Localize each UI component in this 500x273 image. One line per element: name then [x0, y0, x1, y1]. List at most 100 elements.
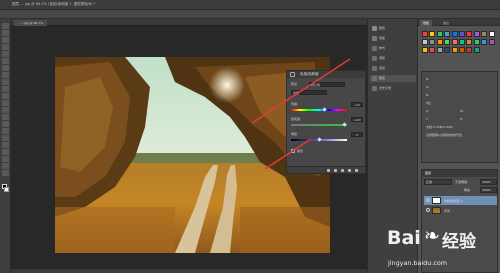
- color-swatch[interactable]: [429, 47, 436, 53]
- layers-header: 图层: [422, 170, 497, 177]
- paw-icon: ❧: [424, 225, 440, 247]
- color-swatch[interactable]: [429, 31, 436, 37]
- panel-shortcut-label: 样式: [379, 46, 386, 50]
- tool-button[interactable]: [2, 114, 9, 120]
- info-label: G:: [426, 85, 430, 89]
- info-panel: R: G: B: 8位 X: W: Y: H: 文档:2.40M/2.40M 点按图像以选取新的前…: [421, 71, 498, 163]
- tool-button[interactable]: [2, 93, 9, 99]
- tool-button[interactable]: [2, 128, 9, 134]
- panel-shortcut-icon: [372, 66, 377, 71]
- options-bar: [0, 10, 500, 19]
- tool-button[interactable]: [2, 30, 9, 36]
- info-label: 点按图像以选取新的前景色: [426, 133, 463, 137]
- fill-label: 填充:: [464, 188, 472, 192]
- color-swatch[interactable]: [473, 47, 480, 53]
- tool-button[interactable]: [2, 170, 9, 176]
- opacity-input[interactable]: 100%: [480, 179, 497, 185]
- document-title: 图层 … jpg @ 66.7% (色相/饱和度 1, 图层蒙版/8) *: [12, 2, 96, 6]
- tool-button[interactable]: [2, 51, 9, 57]
- color-swatch[interactable]: [436, 31, 443, 37]
- fill-input[interactable]: 100%: [480, 187, 497, 193]
- color-swatch[interactable]: [459, 31, 465, 37]
- color-swatch[interactable]: [466, 47, 473, 53]
- color-swatch[interactable]: [444, 31, 451, 37]
- watermark-brand: Bai: [387, 227, 421, 249]
- panel-shortcut-icon: [372, 86, 377, 91]
- tool-button[interactable]: [2, 149, 9, 155]
- title-bar: 图层 … jpg @ 66.7% (色相/饱和度 1, 图层蒙版/8) *: [0, 0, 500, 10]
- eye-icon[interactable]: [426, 198, 430, 202]
- color-swatch[interactable]: [488, 31, 495, 37]
- tool-button[interactable]: [2, 23, 9, 29]
- tool-button[interactable]: [2, 135, 9, 141]
- tool-button[interactable]: [2, 72, 9, 78]
- tool-button[interactable]: [2, 163, 9, 169]
- info-line: X: W:: [426, 109, 496, 113]
- tab-swatches[interactable]: 色板: [420, 20, 433, 26]
- color-swatch[interactable]: [436, 39, 443, 45]
- panel-shortcut[interactable]: 样式: [370, 45, 416, 52]
- panel-shortcut[interactable]: 通道: [370, 65, 416, 72]
- opacity-label: 不透明度:: [455, 180, 469, 184]
- layer-name: 背景: [444, 208, 451, 213]
- tool-button[interactable]: [2, 121, 9, 127]
- annotation-arrow-1: [251, 58, 351, 124]
- panel-shortcut-label: 调整: [379, 56, 386, 60]
- info-line: R:: [426, 77, 496, 81]
- info-line: 8位: [426, 101, 496, 105]
- color-swatch[interactable]: [466, 39, 473, 45]
- info-label: Y:: [426, 117, 429, 121]
- color-swatch[interactable]: [488, 39, 495, 45]
- panel-shortcut-label: 属性: [379, 76, 386, 80]
- info-label: 文档:2.40M/2.40M: [426, 125, 453, 129]
- color-swatch[interactable]: [459, 39, 465, 45]
- color-swatch[interactable]: [436, 47, 443, 53]
- tool-button[interactable]: [2, 79, 9, 85]
- color-swatch[interactable]: [422, 31, 428, 37]
- layer-thumbnail: [432, 207, 441, 214]
- layer-background[interactable]: 背景: [424, 206, 497, 215]
- color-swatch[interactable]: [473, 39, 480, 45]
- panel-shortcut[interactable]: 颜色: [370, 25, 416, 32]
- horizontal-scrollbar[interactable]: [11, 268, 367, 273]
- tool-button[interactable]: [2, 58, 9, 64]
- info-label: X:: [426, 109, 430, 113]
- tool-button[interactable]: [2, 44, 9, 50]
- layers-title: 图层: [425, 171, 432, 175]
- background-color-swatch[interactable]: [4, 187, 9, 192]
- color-swatch[interactable]: [451, 47, 458, 53]
- info-line: 点按图像以选取新的前景色: [426, 133, 496, 137]
- layer-name: 色相/饱和度 1: [444, 198, 463, 203]
- panel-shortcut[interactable]: 历史记录: [370, 85, 416, 92]
- eye-icon[interactable]: [426, 208, 430, 212]
- color-swatch[interactable]: [466, 31, 473, 37]
- color-swatch[interactable]: [459, 47, 465, 53]
- tab-info[interactable]: 信息: [440, 20, 452, 26]
- layer-hue-saturation[interactable]: 色相/饱和度 1: [424, 196, 497, 205]
- color-swatch[interactable]: [422, 39, 428, 45]
- panel-shortcut[interactable]: 属性: [370, 75, 416, 82]
- annotation-arrows: [251, 58, 351, 170]
- panel-shortcut[interactable]: 色板: [370, 35, 416, 42]
- color-swatch[interactable]: [451, 31, 458, 37]
- tool-button[interactable]: [2, 86, 9, 92]
- annotation-arrow-2: [264, 138, 312, 170]
- tool-button[interactable]: [2, 37, 9, 43]
- blend-mode-dropdown[interactable]: 正常: [424, 179, 452, 185]
- info-line: Y: H:: [426, 117, 496, 121]
- color-swatch[interactable]: [451, 39, 458, 45]
- color-swatch[interactable]: [429, 39, 436, 45]
- tool-button[interactable]: [2, 156, 9, 162]
- panel-shortcut[interactable]: 调整: [370, 55, 416, 62]
- tool-button[interactable]: [2, 100, 9, 106]
- color-swatch[interactable]: [422, 47, 428, 53]
- color-swatch[interactable]: [481, 31, 488, 37]
- color-swatch[interactable]: [473, 31, 480, 37]
- color-swatch[interactable]: [481, 39, 488, 45]
- blend-row: 正常 不透明度: 100%: [424, 179, 497, 185]
- tool-button[interactable]: [2, 65, 9, 71]
- tool-button[interactable]: [2, 142, 9, 148]
- color-swatch[interactable]: [444, 39, 451, 45]
- tool-button[interactable]: [2, 107, 9, 113]
- color-swatch[interactable]: [444, 47, 451, 53]
